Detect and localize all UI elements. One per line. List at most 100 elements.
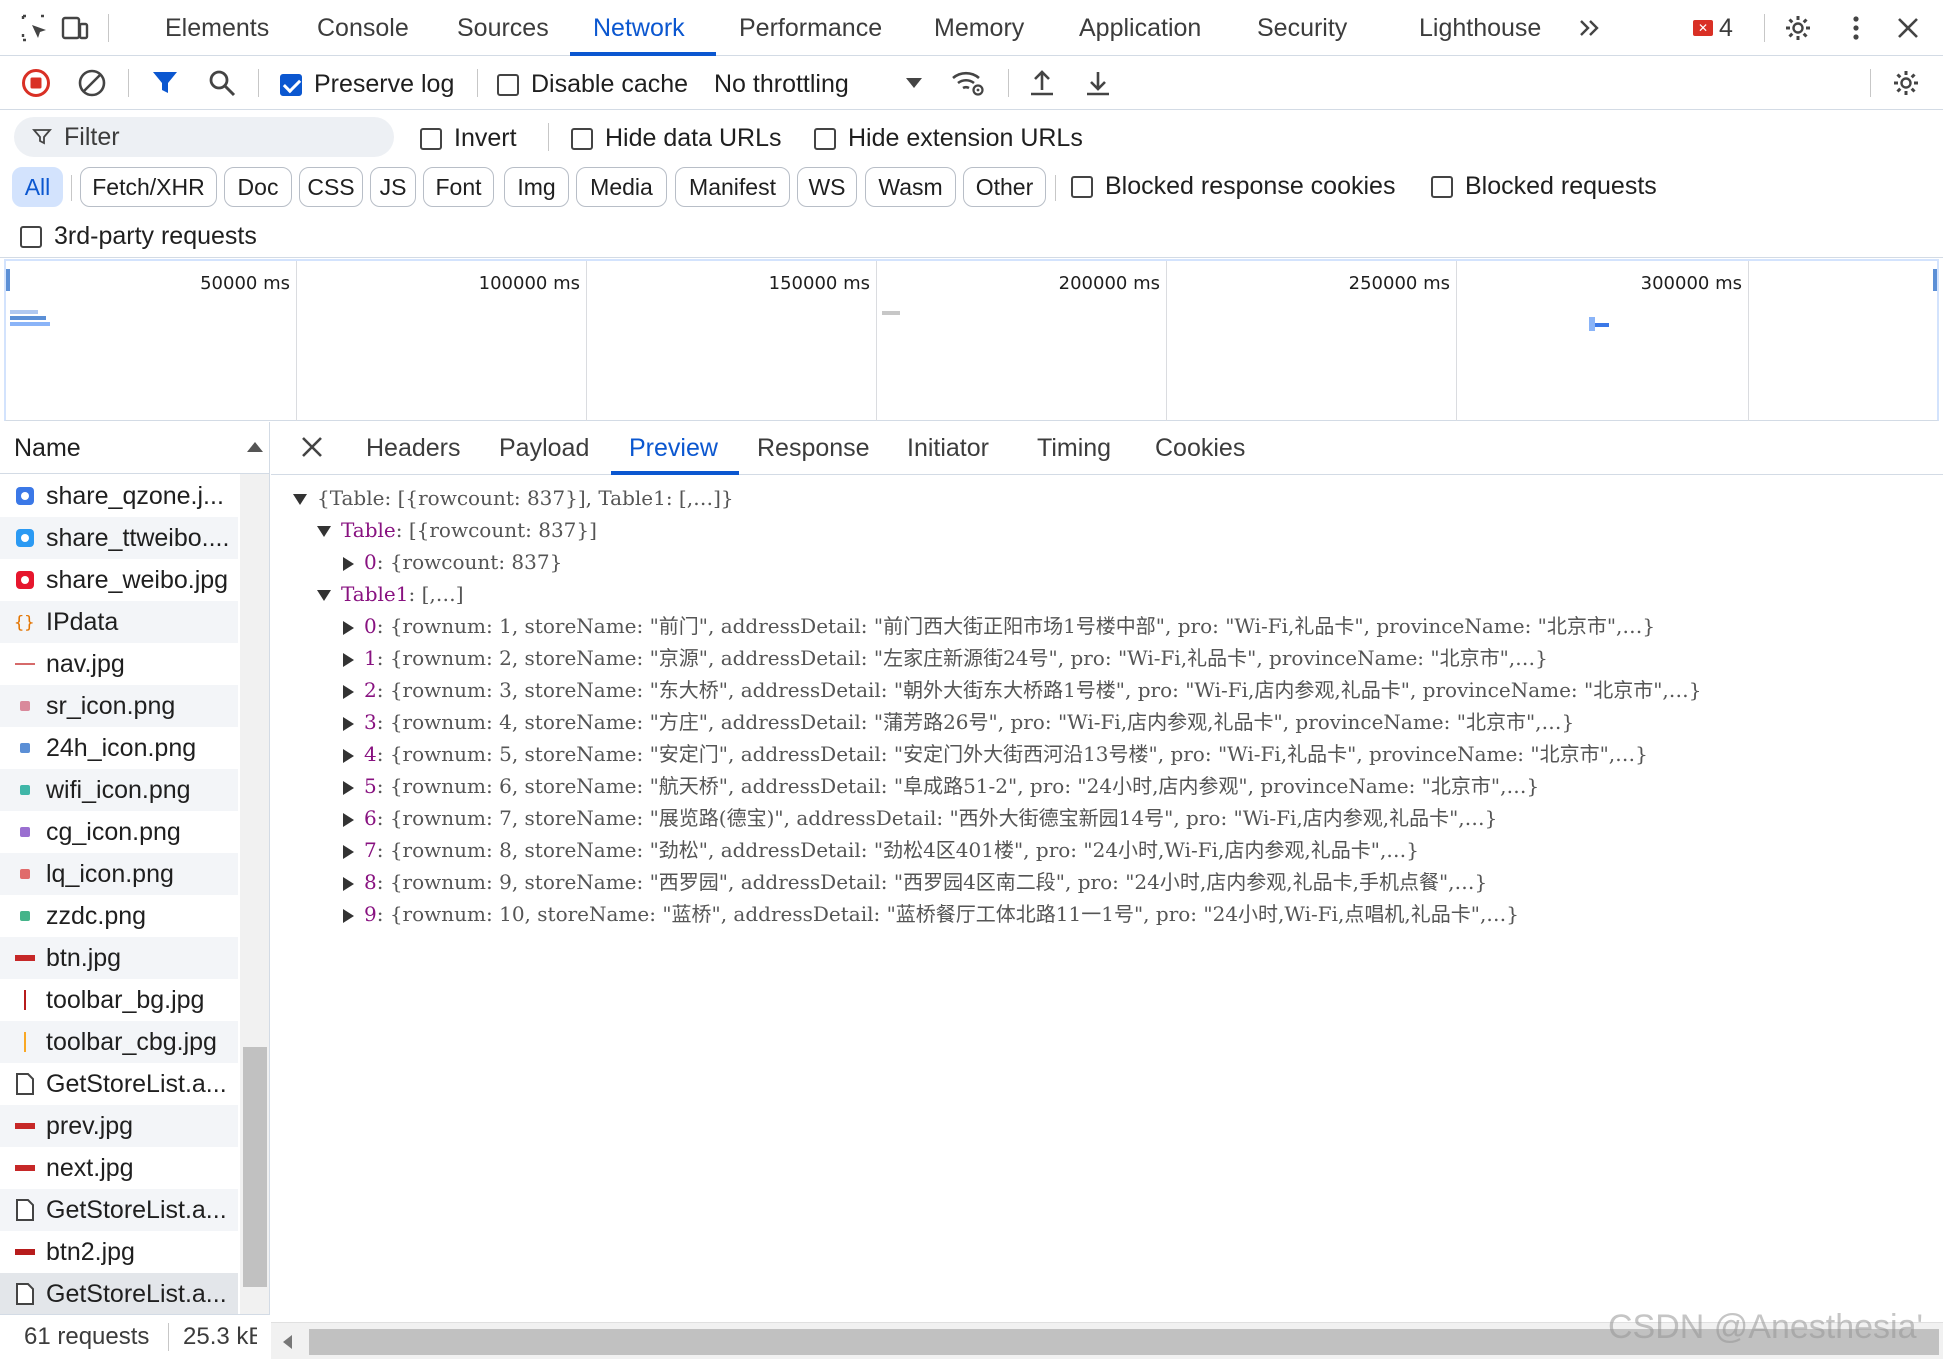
json-node-table1-row[interactable]: 1: {rownum: 2, storeName: "京源", addressD… xyxy=(343,642,1548,674)
name-column-header[interactable]: Name xyxy=(0,422,269,474)
close-detail-icon[interactable] xyxy=(299,434,329,464)
tab-security[interactable]: Security xyxy=(1257,0,1347,56)
type-chip-other[interactable]: Other xyxy=(963,167,1046,207)
json-node-table1-row[interactable]: 9: {rownum: 10, storeName: "蓝桥", address… xyxy=(343,898,1519,930)
disable-cache-checkbox[interactable]: Disable cache xyxy=(497,70,688,99)
export-har-download-icon[interactable] xyxy=(1080,65,1116,101)
request-row[interactable]: zzdc.png xyxy=(0,895,238,937)
request-row[interactable]: sr_icon.png xyxy=(0,685,238,727)
clear-log-icon[interactable] xyxy=(74,65,110,101)
type-chip-js[interactable]: JS xyxy=(370,167,416,207)
request-row[interactable]: GetStoreList.a... xyxy=(0,1189,238,1231)
issues-badge[interactable]: ✕ 4 xyxy=(1693,14,1733,42)
hide-data-urls-check[interactable] xyxy=(571,127,593,150)
json-node-table1-row[interactable]: 4: {rownum: 5, storeName: "安定门", address… xyxy=(343,738,1648,770)
network-settings-gear-icon[interactable] xyxy=(1888,65,1924,101)
detail-tab-cookies[interactable]: Cookies xyxy=(1155,422,1245,475)
type-chip-css[interactable]: CSS xyxy=(299,167,363,207)
collapsed-triangle-icon[interactable] xyxy=(343,908,354,923)
json-node-table1-row[interactable]: 3: {rownum: 4, storeName: "方庄", addressD… xyxy=(343,706,1574,738)
request-list-scrollbar[interactable] xyxy=(240,474,269,1322)
json-node-table1-row[interactable]: 0: {rownum: 1, storeName: "前门", addressD… xyxy=(343,610,1655,642)
collapsed-triangle-icon[interactable] xyxy=(343,652,354,667)
blocked-requests-check[interactable] xyxy=(1431,175,1453,198)
inspect-element-icon[interactable] xyxy=(17,10,53,46)
tab-elements[interactable]: Elements xyxy=(165,0,269,56)
tab-performance[interactable]: Performance xyxy=(739,0,882,56)
collapsed-triangle-icon[interactable] xyxy=(343,620,354,635)
request-row[interactable]: next.jpg xyxy=(0,1147,238,1189)
json-node-table1-row[interactable]: 5: {rownum: 6, storeName: "航天桥", address… xyxy=(343,770,1539,802)
type-chip-media[interactable]: Media xyxy=(576,167,667,207)
type-chip-all[interactable]: All xyxy=(12,167,63,207)
invert-check[interactable] xyxy=(420,127,442,150)
json-node-table-item[interactable]: 0: {rowcount: 837} xyxy=(343,546,562,578)
request-row[interactable]: wifi_icon.png xyxy=(0,769,238,811)
detail-tab-response[interactable]: Response xyxy=(757,422,870,475)
json-node-table[interactable]: Table: [{rowcount: 837}] xyxy=(317,514,597,546)
request-list-scroll-thumb[interactable] xyxy=(243,1047,267,1287)
throttling-dropdown-arrow-icon[interactable] xyxy=(896,65,932,101)
blocked-response-cookies-checkbox[interactable]: Blocked response cookies xyxy=(1071,172,1395,201)
tab-network[interactable]: Network xyxy=(593,0,685,56)
request-row[interactable]: lq_icon.png xyxy=(0,853,238,895)
search-icon[interactable] xyxy=(204,65,240,101)
disable-cache-check[interactable] xyxy=(497,73,519,96)
detail-tab-initiator[interactable]: Initiator xyxy=(907,422,989,475)
request-row[interactable]: toolbar_bg.jpg xyxy=(0,979,238,1021)
request-row[interactable]: btn.jpg xyxy=(0,937,238,979)
more-tabs-chevron-icon[interactable] xyxy=(1572,10,1608,46)
blocked-response-cookies-check[interactable] xyxy=(1071,175,1093,198)
more-options-kebab-icon[interactable] xyxy=(1838,10,1874,46)
preserve-log-checkbox[interactable]: Preserve log xyxy=(280,70,454,99)
request-row[interactable]: nav.jpg xyxy=(0,643,238,685)
detail-tab-payload[interactable]: Payload xyxy=(499,422,589,475)
record-stop-icon[interactable] xyxy=(18,65,54,101)
detail-tab-timing[interactable]: Timing xyxy=(1037,422,1111,475)
collapsed-triangle-icon[interactable] xyxy=(343,716,354,731)
network-overview-timeline[interactable]: 50000 ms 100000 ms 150000 ms 200000 ms 2… xyxy=(4,259,1939,421)
type-chip-manifest[interactable]: Manifest xyxy=(675,167,790,207)
import-har-upload-icon[interactable] xyxy=(1024,65,1060,101)
collapsed-triangle-icon[interactable] xyxy=(343,748,354,763)
tab-application[interactable]: Application xyxy=(1079,0,1201,56)
collapsed-triangle-icon[interactable] xyxy=(343,844,354,859)
tab-console[interactable]: Console xyxy=(317,0,409,56)
request-row[interactable]: share_qzone.j... xyxy=(0,475,238,517)
blocked-requests-checkbox[interactable]: Blocked requests xyxy=(1431,172,1657,201)
type-chip-img[interactable]: Img xyxy=(504,167,569,207)
request-row[interactable]: GetStoreList.a... xyxy=(0,1273,238,1315)
timeline-left-handle[interactable] xyxy=(6,269,10,291)
request-row[interactable]: prev.jpg xyxy=(0,1105,238,1147)
expanded-triangle-icon[interactable] xyxy=(293,494,307,505)
collapsed-triangle-icon[interactable] xyxy=(343,876,354,891)
type-chip-doc[interactable]: Doc xyxy=(224,167,292,207)
hide-data-urls-checkbox[interactable]: Hide data URLs xyxy=(571,124,781,153)
collapsed-triangle-icon[interactable] xyxy=(343,812,354,827)
expanded-triangle-icon[interactable] xyxy=(317,526,331,537)
collapsed-triangle-icon[interactable] xyxy=(343,780,354,795)
sort-ascending-icon[interactable] xyxy=(247,442,263,452)
request-row[interactable]: 24h_icon.png xyxy=(0,727,238,769)
hide-extension-urls-checkbox[interactable]: Hide extension URLs xyxy=(814,124,1083,153)
expanded-triangle-icon[interactable] xyxy=(317,590,331,601)
tab-memory[interactable]: Memory xyxy=(934,0,1024,56)
third-party-requests-checkbox[interactable]: 3rd-party requests xyxy=(20,222,257,251)
hide-extension-urls-check[interactable] xyxy=(814,127,836,150)
close-devtools-icon[interactable] xyxy=(1890,10,1926,46)
invert-checkbox[interactable]: Invert xyxy=(420,124,517,153)
request-row[interactable]: GetStoreList.a... xyxy=(0,1063,238,1105)
throttling-select[interactable]: No throttling xyxy=(714,70,849,99)
type-chip-wasm[interactable]: Wasm xyxy=(865,167,956,207)
type-chip-ws[interactable]: WS xyxy=(797,167,857,207)
scroll-left-arrow-icon[interactable] xyxy=(283,1335,292,1349)
json-node-table1-row[interactable]: 8: {rownum: 9, storeName: "西罗园", address… xyxy=(343,866,1487,898)
filter-funnel-icon[interactable] xyxy=(147,65,183,101)
json-root-node[interactable]: {Table: [{rowcount: 837}], Table1: [,…]} xyxy=(293,482,734,514)
preserve-log-check[interactable] xyxy=(280,73,302,96)
request-row[interactable]: cg_icon.png xyxy=(0,811,238,853)
json-node-table1[interactable]: Table1: [,…] xyxy=(317,578,464,610)
type-chip-fetch-xhr[interactable]: Fetch/XHR xyxy=(80,167,217,207)
request-row[interactable]: {} IPdata xyxy=(0,601,238,643)
json-node-table1-row[interactable]: 7: {rownum: 8, storeName: "劲松", addressD… xyxy=(343,834,1419,866)
